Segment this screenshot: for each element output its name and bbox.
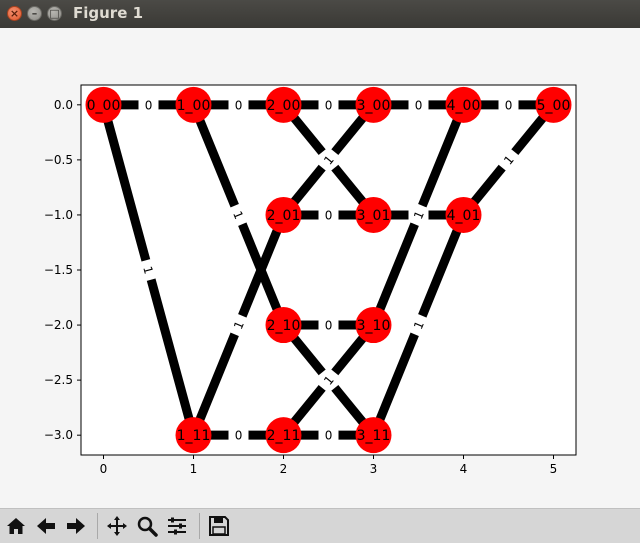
- subplots-icon: [168, 517, 186, 535]
- node-label: 1_00: [177, 98, 211, 114]
- node-label: 3_00: [357, 98, 391, 114]
- x-tick-label: 0: [100, 462, 108, 476]
- node-label: 5_00: [537, 98, 571, 114]
- node-label: 2_11: [267, 428, 301, 444]
- node-label: 2_00: [267, 98, 301, 114]
- y-tick-label: −2.5: [44, 373, 73, 387]
- edge-label: 0: [318, 427, 339, 444]
- edge-label: 0: [228, 96, 249, 113]
- edge-label-text: 0: [505, 98, 513, 112]
- edge-label-text: 0: [325, 319, 333, 333]
- save-button[interactable]: [206, 514, 232, 538]
- edge-label-text: 0: [235, 98, 243, 112]
- save-icon: [209, 516, 229, 536]
- navigation-toolbar: [0, 508, 640, 543]
- y-axis-ticks: 0.0 −0.5 −1.0 −1.5 −2.0 −2.5 −3.0: [44, 98, 81, 442]
- node-label: 3_10: [357, 318, 391, 334]
- minimize-window-button[interactable]: –: [27, 6, 42, 21]
- y-tick-label: −1.5: [44, 263, 73, 277]
- edge-label-text: 0: [325, 98, 333, 112]
- x-tick-label: 5: [550, 462, 558, 476]
- zoom-button[interactable]: [134, 514, 160, 538]
- edge-label-text: 0: [235, 429, 243, 443]
- window-titlebar: × – □ Figure 1: [0, 0, 640, 29]
- window-title: Figure 1: [73, 4, 144, 22]
- node-label: 3_01: [357, 208, 391, 224]
- node-label: 4_00: [447, 98, 481, 114]
- home-button[interactable]: [3, 514, 29, 538]
- back-arrow-icon: [37, 518, 55, 534]
- edge-label: 0: [498, 96, 519, 113]
- toolbar-separator: [199, 513, 200, 539]
- edge-label: 0: [318, 206, 339, 223]
- node-label: 2_10: [267, 318, 301, 334]
- x-axis-ticks: 0 1 2 3 4 5: [100, 455, 558, 476]
- forward-button[interactable]: [63, 514, 89, 538]
- edge-label: 0: [138, 96, 159, 113]
- y-tick-label: 0.0: [54, 98, 73, 112]
- node-label: 2_01: [267, 208, 301, 224]
- edge-label-text: 0: [325, 208, 333, 222]
- subplots-button[interactable]: [164, 514, 190, 538]
- forward-arrow-icon: [67, 518, 85, 534]
- y-tick-label: −2.0: [44, 318, 73, 332]
- figure-canvas: 0_00 1_00 1_11 2_00 2_01 2_10 2_11 3_00 3_01 3_10…: [0, 28, 640, 508]
- edge-label: 0: [408, 96, 429, 113]
- x-tick-label: 2: [280, 462, 288, 476]
- x-tick-label: 1: [190, 462, 198, 476]
- home-icon: [7, 518, 25, 534]
- pan-button[interactable]: [104, 514, 130, 538]
- node-label: 3_11: [357, 428, 391, 444]
- edge-label-text: 0: [415, 98, 423, 112]
- y-tick-label: −0.5: [44, 153, 73, 167]
- x-tick-label: 3: [370, 462, 378, 476]
- zoom-icon: [137, 516, 158, 537]
- edge-label: 0: [318, 317, 339, 334]
- node-label: 4_01: [447, 208, 481, 224]
- edge-label-text: 0: [325, 429, 333, 443]
- pan-icon: [107, 516, 127, 536]
- edge-label: 0: [228, 427, 249, 444]
- toolbar-separator: [97, 513, 98, 539]
- y-tick-label: −1.0: [44, 208, 73, 222]
- edge-label: 0: [318, 96, 339, 113]
- y-tick-label: −3.0: [44, 428, 73, 442]
- maximize-window-button[interactable]: □: [47, 6, 62, 21]
- edge-label-text: 0: [145, 98, 153, 112]
- close-window-button[interactable]: ×: [7, 6, 22, 21]
- node-label: 1_11: [177, 428, 211, 444]
- x-tick-label: 4: [460, 462, 468, 476]
- node-label: 0_00: [87, 98, 121, 114]
- back-button[interactable]: [33, 514, 59, 538]
- network-plot: 0_00 1_00 1_11 2_00 2_01 2_10 2_11 3_00 3_01 3_10…: [44, 84, 577, 476]
